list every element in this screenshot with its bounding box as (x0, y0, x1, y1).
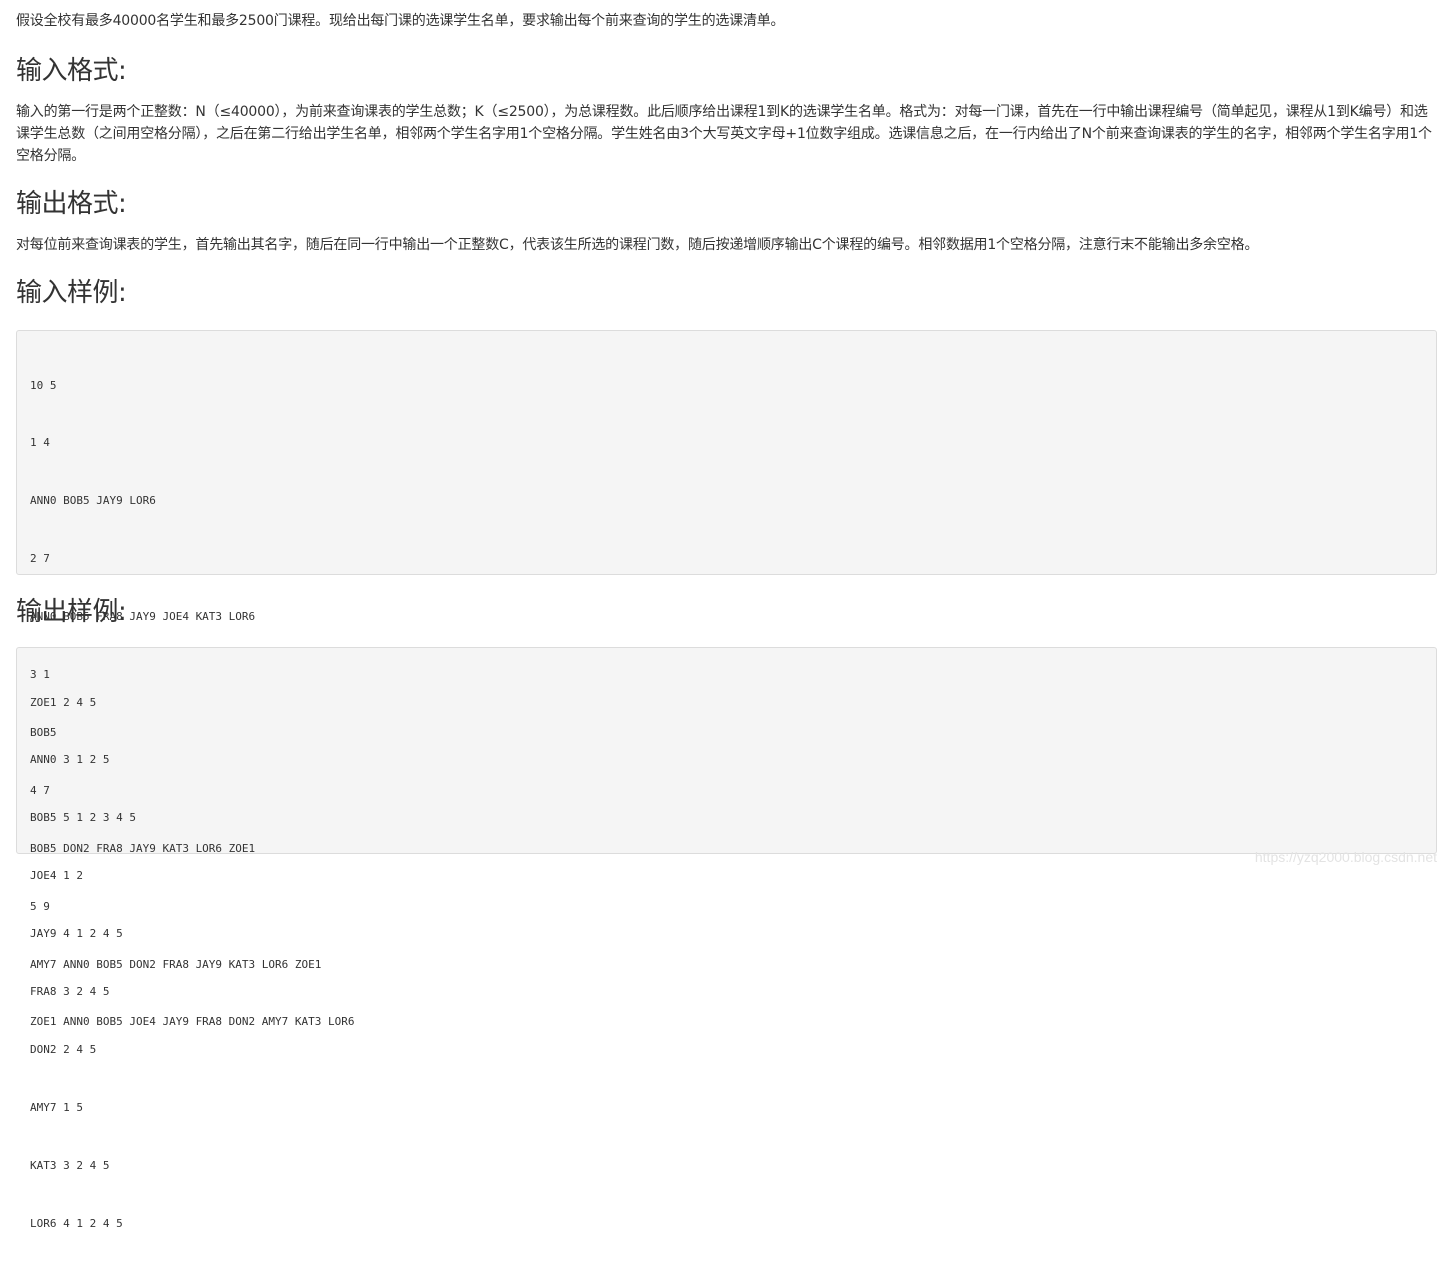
problem-statement: 假设全校有最多40000名学生和最多2500门课程。现给出每门课的选课学生名单，… (16, 0, 1437, 1230)
code-line: JOE4 1 2 (30, 869, 83, 883)
output-format-text: 对每位前来查询课表的学生，首先输出其名字，随后在同一行中输出一个正整数C，代表该… (16, 237, 1259, 253)
code-line: ANN0 BOB5 JAY9 LOR6 (30, 494, 156, 508)
sample-input-code-block[interactable]: 10 5 1 4 ANN0 BOB5 JAY9 LOR6 2 7 ANN0 BO… (16, 330, 1437, 1028)
input-format-heading: 输入格式: (16, 56, 127, 86)
code-line: 5 9 (30, 899, 50, 913)
code-line: BOB5 5 1 2 3 4 5 (30, 811, 136, 825)
sample-output-code-block[interactable]: ZOE1 2 4 5 ANN0 3 1 2 5 BOB5 5 1 2 3 4 5… (16, 647, 1437, 1230)
code-line: FRA8 3 2 4 5 (30, 985, 110, 999)
input-format-text: 输入的第一行是两个正整数：N（≤40000），为前来查询课表的学生总数；K（≤2… (16, 104, 1432, 164)
code-line: AMY7 1 5 (30, 1100, 83, 1114)
problem-intro: 假设全校有最多40000名学生和最多2500门课程。现给出每门课的选课学生名单，… (16, 13, 785, 29)
sample-input-heading: 输入样例: (16, 278, 127, 308)
code-line: 10 5 (30, 378, 57, 392)
code-line: AMY7 ANN0 BOB5 DON2 FRA8 JAY9 KAT3 LOR6 … (30, 957, 322, 971)
code-line: DON2 2 4 5 (30, 1042, 97, 1056)
code-line: LOR6 4 1 2 4 5 (30, 1216, 123, 1230)
code-line: JAY9 4 1 2 4 5 (30, 927, 123, 941)
code-line: ZOE1 ANN0 BOB5 JOE4 JAY9 FRA8 DON2 AMY7 … (30, 1015, 355, 1029)
code-line: ZOE1 2 4 5 (30, 695, 97, 709)
code-line: KAT3 3 2 4 5 (30, 1158, 110, 1172)
watermark: https://yzq2000.blog.csdn.net (1254, 849, 1437, 865)
code-line: 1 4 (30, 436, 50, 450)
output-format-heading: 输出格式: (16, 189, 127, 219)
code-line: 2 7 (30, 552, 50, 566)
code-line: ANN0 3 1 2 5 (30, 753, 110, 767)
